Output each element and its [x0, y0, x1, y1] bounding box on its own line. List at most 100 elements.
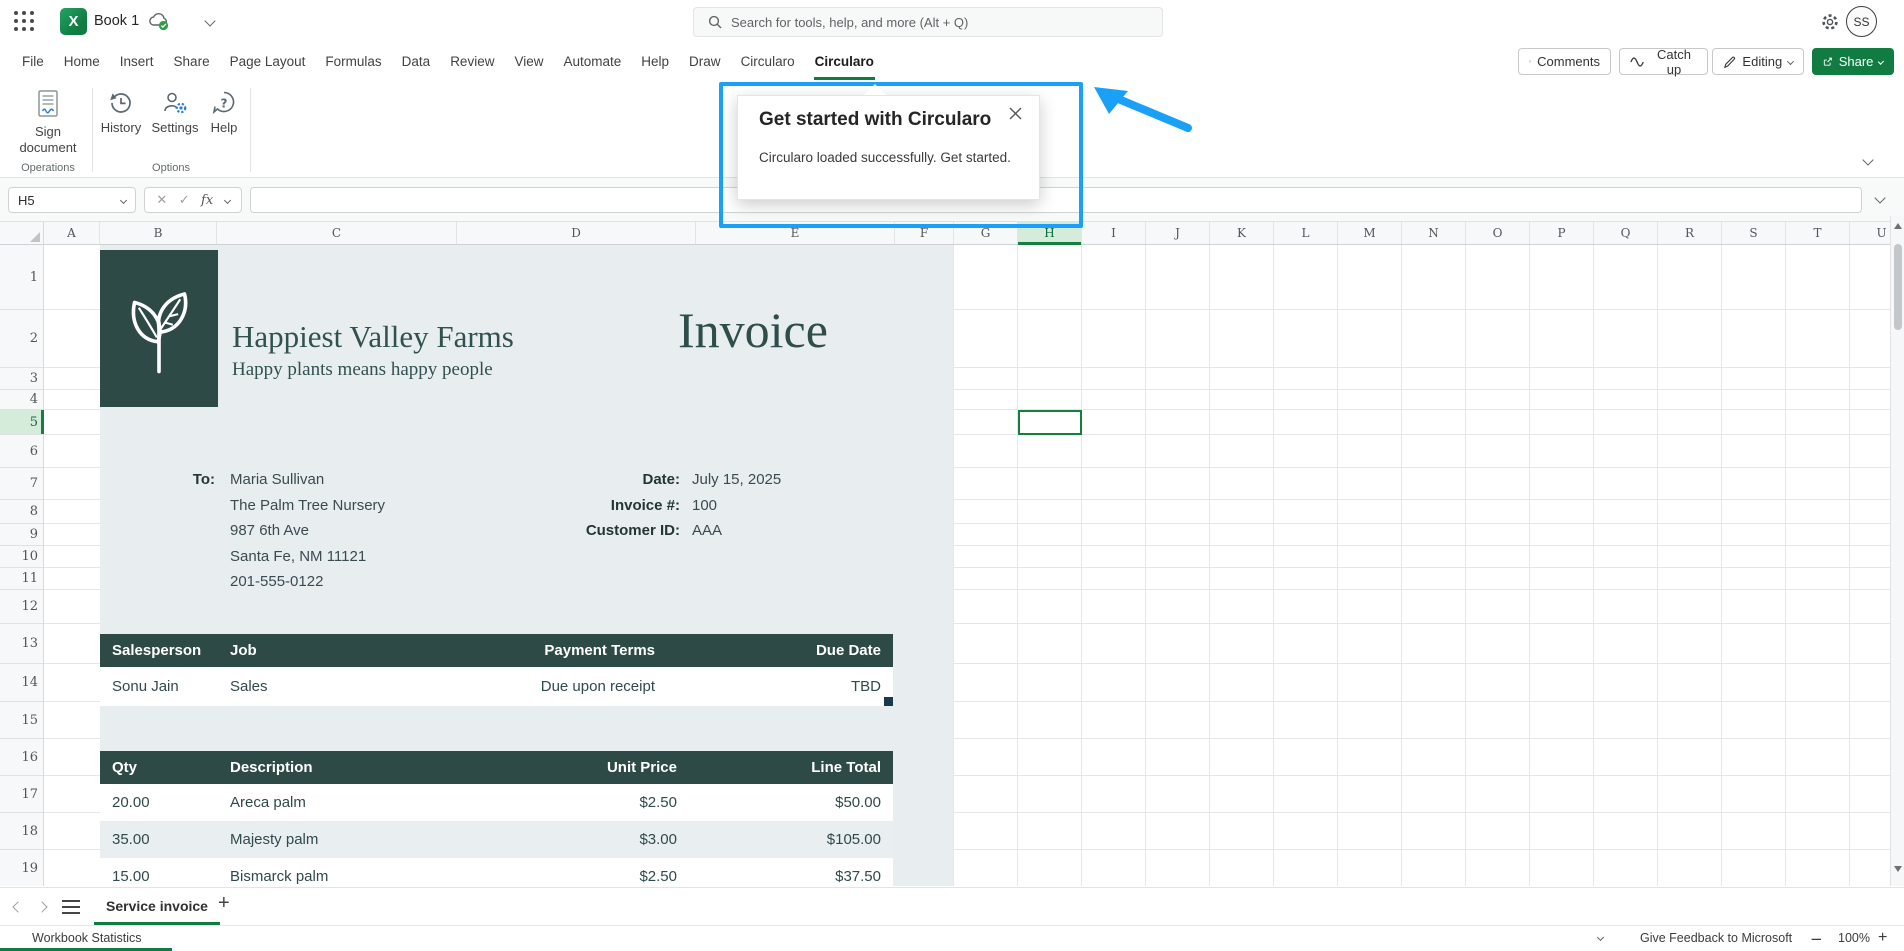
scroll-up-icon[interactable]: [1894, 223, 1902, 229]
menu-tab-circularo-13[interactable]: Circularo: [805, 44, 884, 80]
menu-tab-insert-2[interactable]: Insert: [110, 44, 164, 80]
zoom-in-button[interactable]: +: [1878, 929, 1887, 947]
column-header-T[interactable]: T: [1786, 222, 1850, 244]
app-launcher-icon[interactable]: [14, 11, 36, 33]
row-header-16[interactable]: 16: [0, 739, 43, 776]
invoice-cell[interactable]: 20.00: [100, 784, 215, 821]
bill-to-phone[interactable]: 201-555-0122: [230, 569, 385, 595]
bill-to-name[interactable]: Maria Sullivan: [230, 467, 385, 493]
row-header-5[interactable]: 5: [0, 410, 43, 435]
column-header-Q[interactable]: Q: [1594, 222, 1658, 244]
help-button[interactable]: ? Help: [204, 90, 244, 136]
menu-tab-view-8[interactable]: View: [504, 44, 553, 80]
column-header-J[interactable]: J: [1146, 222, 1210, 244]
invoice-cell[interactable]: $2.50: [425, 784, 695, 821]
table-resize-handle[interactable]: [884, 697, 893, 706]
history-button[interactable]: History: [96, 90, 146, 136]
menu-tab-draw-11[interactable]: Draw: [679, 44, 731, 80]
bill-to-block[interactable]: Maria Sullivan The Palm Tree Nursery 987…: [230, 467, 385, 595]
row-header-4[interactable]: 4: [0, 390, 43, 410]
column-header-R[interactable]: R: [1658, 222, 1722, 244]
name-box[interactable]: H5: [8, 187, 136, 213]
invoice-cell[interactable]: $50.00: [695, 784, 893, 821]
date-value[interactable]: July 15, 2025: [692, 467, 781, 493]
prev-sheet-icon[interactable]: [12, 901, 23, 912]
vertical-scrollbar[interactable]: [1890, 216, 1904, 886]
next-sheet-icon[interactable]: [36, 901, 47, 912]
row-header-3[interactable]: 3: [0, 368, 43, 390]
column-header-L[interactable]: L: [1274, 222, 1338, 244]
invoice-cell[interactable]: $37.50: [695, 858, 893, 886]
column-header-A[interactable]: A: [44, 222, 100, 244]
invoice-cell[interactable]: $105.00: [695, 821, 893, 858]
menu-tab-share-3[interactable]: Share: [164, 44, 220, 80]
invoice-cell[interactable]: Sonu Jain: [100, 667, 215, 706]
row-header-7[interactable]: 7: [0, 468, 43, 500]
editing-button[interactable]: Editing: [1712, 48, 1804, 75]
company-name[interactable]: Happiest Valley Farms: [232, 319, 514, 355]
row-header-2[interactable]: 2: [0, 310, 43, 368]
invoice-cell[interactable]: $2.50: [425, 858, 695, 886]
row-header-11[interactable]: 11: [0, 568, 43, 590]
column-header-K[interactable]: K: [1210, 222, 1274, 244]
select-all-corner[interactable]: [0, 222, 44, 245]
search-input[interactable]: Search for tools, help, and more (Alt + …: [693, 7, 1163, 37]
menu-tab-automate-9[interactable]: Automate: [553, 44, 631, 80]
enter-check-icon[interactable]: ✓: [179, 193, 190, 208]
row-header-10[interactable]: 10: [0, 546, 43, 568]
column-header-M[interactable]: M: [1338, 222, 1402, 244]
column-header-B[interactable]: B: [100, 222, 217, 244]
insert-function-icon[interactable]: fx: [201, 193, 213, 208]
row-header-9[interactable]: 9: [0, 524, 43, 546]
column-header-N[interactable]: N: [1402, 222, 1466, 244]
formula-bar-expand-chevron-icon[interactable]: [1874, 192, 1885, 203]
to-label[interactable]: To:: [100, 467, 215, 493]
menu-tab-page-layout-4[interactable]: Page Layout: [220, 44, 316, 80]
column-header-S[interactable]: S: [1722, 222, 1786, 244]
row-header-12[interactable]: 12: [0, 590, 43, 624]
column-header-O[interactable]: O: [1466, 222, 1530, 244]
comments-button[interactable]: Comments: [1518, 48, 1611, 75]
ribbon-collapse-chevron-icon[interactable]: [1862, 154, 1873, 165]
scroll-down-icon[interactable]: [1894, 866, 1902, 872]
column-header-D[interactable]: D: [457, 222, 696, 244]
zoom-level[interactable]: 100%: [1838, 931, 1870, 945]
zoom-out-button[interactable]: −: [1810, 930, 1823, 948]
feedback-link[interactable]: Give Feedback to Microsoft: [1640, 931, 1792, 945]
invoice-cell[interactable]: 35.00: [100, 821, 215, 858]
row-header-18[interactable]: 18: [0, 813, 43, 850]
cancel-icon[interactable]: ✕: [156, 193, 167, 208]
menu-tab-help-10[interactable]: Help: [631, 44, 679, 80]
excel-logo-icon[interactable]: X: [60, 8, 87, 35]
share-button[interactable]: Share: [1812, 48, 1894, 75]
row-header-6[interactable]: 6: [0, 435, 43, 468]
bill-to-company[interactable]: The Palm Tree Nursery: [230, 493, 385, 519]
all-sheets-icon[interactable]: [62, 900, 80, 918]
column-header-C[interactable]: C: [217, 222, 457, 244]
add-sheet-button[interactable]: +: [218, 892, 230, 915]
account-avatar[interactable]: SS: [1846, 6, 1877, 37]
sheet-tab-service-invoice[interactable]: Service invoice: [94, 888, 220, 925]
row-header-14[interactable]: 14: [0, 664, 43, 702]
sign-document-button[interactable]: Sign document: [10, 88, 86, 156]
menu-tab-review-7[interactable]: Review: [440, 44, 504, 80]
workbook-menu-chevron-icon[interactable]: [204, 15, 215, 26]
settings-gear-icon[interactable]: [1820, 12, 1840, 32]
menu-tab-file-0[interactable]: File: [12, 44, 54, 80]
workbook-title[interactable]: Book 1: [94, 13, 139, 29]
invoice-cell[interactable]: $3.00: [425, 821, 695, 858]
row-header-19[interactable]: 19: [0, 850, 43, 886]
settings-button[interactable]: Settings: [146, 90, 204, 136]
row-header-13[interactable]: 13: [0, 624, 43, 664]
invoice-cell[interactable]: TBD: [695, 667, 893, 706]
invoice-cell[interactable]: 15.00: [100, 858, 215, 886]
sheet-grid[interactable]: 12345678910111213141516171819 Happiest V…: [0, 245, 1890, 886]
status-chevron-icon[interactable]: [1597, 934, 1604, 941]
invoice-cell[interactable]: Areca palm: [215, 784, 425, 821]
workbook-statistics[interactable]: Workbook Statistics: [32, 931, 142, 945]
customer-id-value[interactable]: AAA: [692, 518, 781, 544]
column-header-P[interactable]: P: [1530, 222, 1594, 244]
bill-to-city[interactable]: Santa Fe, NM 11121: [230, 544, 385, 570]
menu-tab-circularo-12[interactable]: Circularo: [731, 44, 805, 80]
column-header-I[interactable]: I: [1082, 222, 1146, 244]
